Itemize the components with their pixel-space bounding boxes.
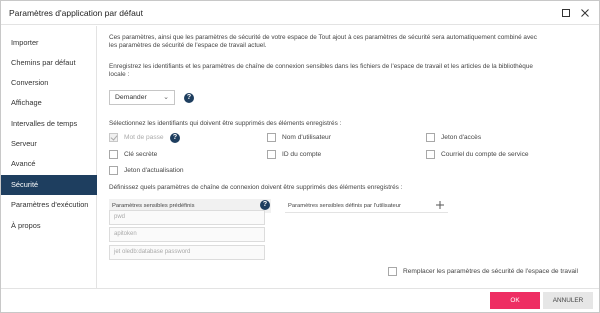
- checkbox-service-account-email-label: Courriel du compte de service: [441, 151, 529, 158]
- predefined-param-item: apitoken: [109, 227, 265, 242]
- close-icon[interactable]: [577, 5, 593, 21]
- cancel-button[interactable]: ANNULER: [543, 292, 593, 309]
- checkbox-secret-key[interactable]: [109, 150, 118, 159]
- maximize-icon[interactable]: [558, 5, 574, 21]
- sidebar-item-import[interactable]: Importer: [1, 33, 97, 53]
- title-bar: Paramètres d'application par défaut: [1, 1, 599, 25]
- security-panel: Ces paramètres, ainsi que les paramètres…: [98, 26, 599, 288]
- dialog-title: Paramètres d'application par défaut: [9, 8, 143, 18]
- checkbox-replace-workspace-security[interactable]: [388, 267, 397, 276]
- checkbox-secret-key-label: Clé secrète: [124, 151, 158, 158]
- checkbox-service-account-email[interactable]: [426, 150, 435, 159]
- connection-params-heading: Définissez quels paramètres de chaîne de…: [109, 184, 403, 191]
- settings-dialog: Paramètres d'application par défaut Impo…: [0, 0, 600, 313]
- user-defined-params-header: Paramètres sensibles définis par l'utili…: [285, 199, 448, 213]
- checkbox-access-token[interactable]: [426, 133, 435, 142]
- sidebar-item-conversion[interactable]: Conversion: [1, 73, 97, 93]
- sidebar-item-display[interactable]: Affichage: [1, 93, 97, 113]
- replace-workspace-security-label: Remplacer les paramètres de sécurité de …: [403, 268, 578, 275]
- help-icon[interactable]: ?: [184, 93, 194, 103]
- checkbox-access-token-label: Jeton d'accès: [441, 134, 482, 141]
- sidebar-item-advanced[interactable]: Avancé: [1, 154, 97, 174]
- sidebar-item-about[interactable]: À propos: [1, 216, 97, 236]
- save-mode-select[interactable]: Demander ⌄: [109, 90, 175, 105]
- checkbox-account-id-label: ID du compte: [282, 151, 322, 158]
- chevron-down-icon: ⌄: [163, 94, 169, 101]
- intro-text-line1: Ces paramètres, ainsi que les paramètres…: [109, 34, 537, 41]
- settings-sidebar: Importer Chemins par défaut Conversion A…: [1, 26, 97, 288]
- help-icon[interactable]: ?: [170, 133, 180, 143]
- save-mode-value: Demander: [115, 94, 147, 101]
- checkbox-username-label: Nom d'utilisateur: [282, 134, 331, 141]
- checkbox-password-label: Mot de passe: [124, 134, 164, 141]
- sidebar-item-time-intervals[interactable]: Intervalles de temps: [1, 114, 97, 134]
- intro-text-line2: les paramètres de sécurité de l'espace d…: [109, 42, 267, 49]
- ok-button[interactable]: OK: [490, 292, 540, 309]
- dialog-footer: OK ANNULER: [1, 288, 599, 313]
- checkbox-account-id[interactable]: [267, 150, 276, 159]
- save-description-line1: Enregistrez les identifiants et les para…: [109, 63, 533, 70]
- predefined-param-item: pwd: [109, 210, 265, 225]
- plus-icon[interactable]: [435, 200, 445, 210]
- sidebar-item-runtime-settings[interactable]: Paramètres d'exécution: [1, 195, 97, 215]
- user-defined-params-header-label: Paramètres sensibles définis par l'utili…: [288, 203, 401, 209]
- save-description-line2: locale :: [109, 71, 130, 78]
- help-icon[interactable]: ?: [260, 200, 270, 210]
- predefined-params-header-label: Paramètres sensibles prédéfinis: [112, 203, 195, 209]
- checkbox-password[interactable]: [109, 133, 118, 142]
- identifiers-heading: Sélectionnez les identifiants qui doiven…: [109, 120, 342, 127]
- checkbox-refresh-token-label: Jeton d'actualisation: [124, 167, 184, 174]
- checkbox-username[interactable]: [267, 133, 276, 142]
- sidebar-item-server[interactable]: Serveur: [1, 134, 97, 154]
- sidebar-item-security[interactable]: Sécurité: [1, 175, 97, 195]
- predefined-param-item: jet oledb:database password: [109, 245, 265, 260]
- checkbox-refresh-token[interactable]: [109, 166, 118, 175]
- sidebar-item-default-paths[interactable]: Chemins par défaut: [1, 53, 97, 73]
